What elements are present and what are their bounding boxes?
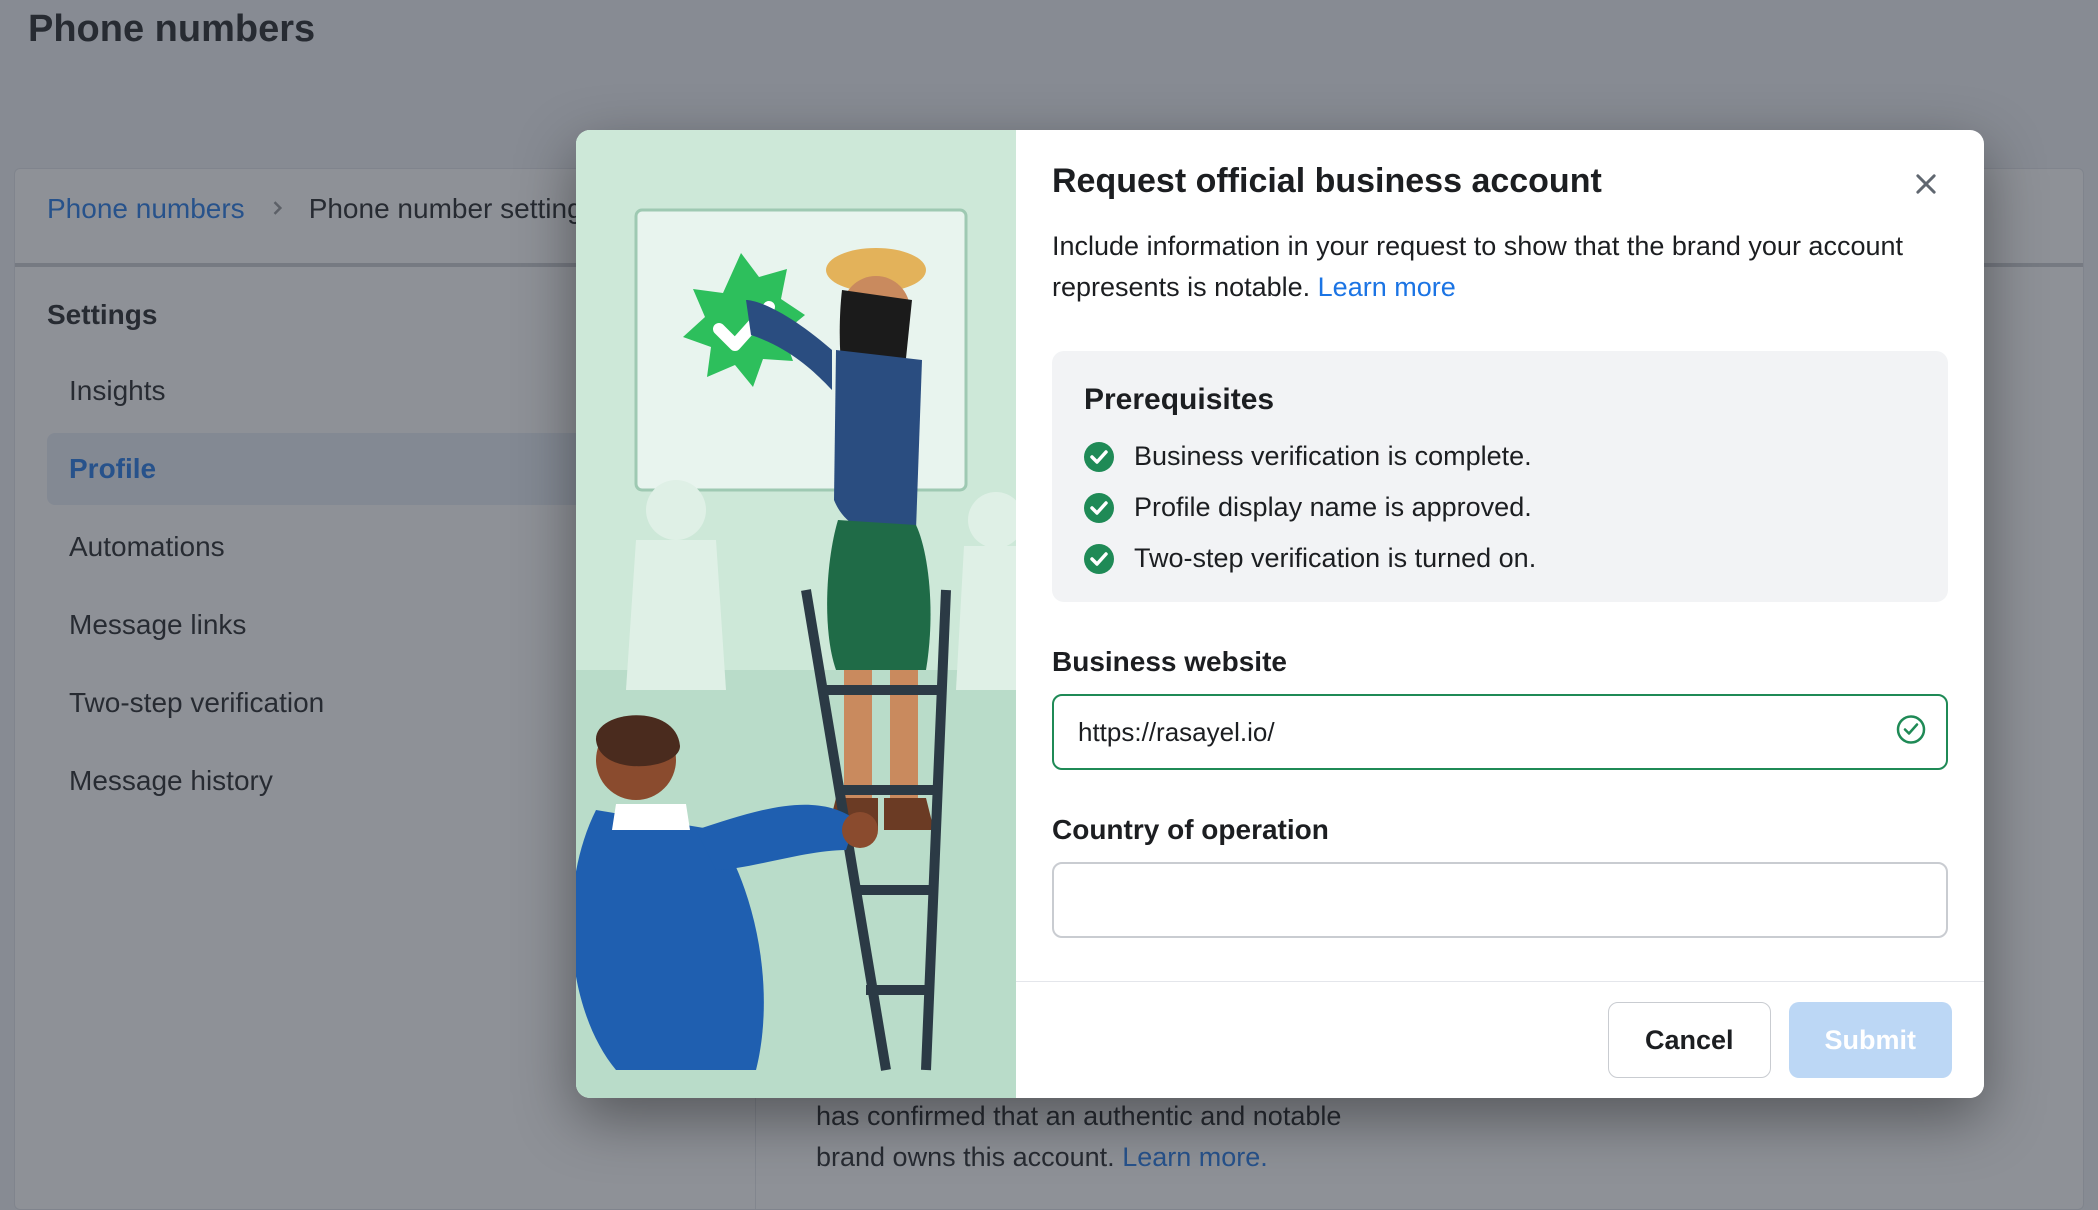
business-website-input[interactable] [1052,694,1948,770]
cancel-button[interactable]: Cancel [1608,1002,1771,1078]
modal-description: Include information in your request to s… [1052,226,1948,307]
prereq-item-display-name: Profile display name is approved. [1084,492,1916,523]
prerequisites-box: Prerequisites Business verification is c… [1052,351,1948,602]
website-label: Business website [1052,646,1948,678]
modal-illustration [576,130,1016,1098]
prereq-text: Business verification is complete. [1134,441,1532,472]
prereq-item-two-step: Two-step verification is turned on. [1084,543,1916,574]
country-label: Country of operation [1052,814,1948,846]
check-circle-icon [1084,544,1114,574]
submit-button[interactable]: Submit [1789,1002,1953,1078]
modal-title: Request official business account [1052,162,1602,201]
prereq-item-verification: Business verification is complete. [1084,441,1916,472]
modal-footer: Cancel Submit [1016,981,1984,1098]
check-circle-icon [1084,442,1114,472]
prerequisites-title: Prerequisites [1084,383,1916,417]
prereq-text: Profile display name is approved. [1134,492,1532,523]
country-of-operation-input[interactable] [1052,862,1948,938]
modal-learn-more-link[interactable]: Learn more [1318,272,1456,302]
close-icon [1912,170,1940,198]
valid-check-icon [1896,715,1926,750]
prereq-text: Two-step verification is turned on. [1134,543,1536,574]
request-oba-modal: Request official business account Includ… [576,130,1984,1098]
check-circle-icon [1084,493,1114,523]
close-button[interactable] [1904,162,1948,206]
